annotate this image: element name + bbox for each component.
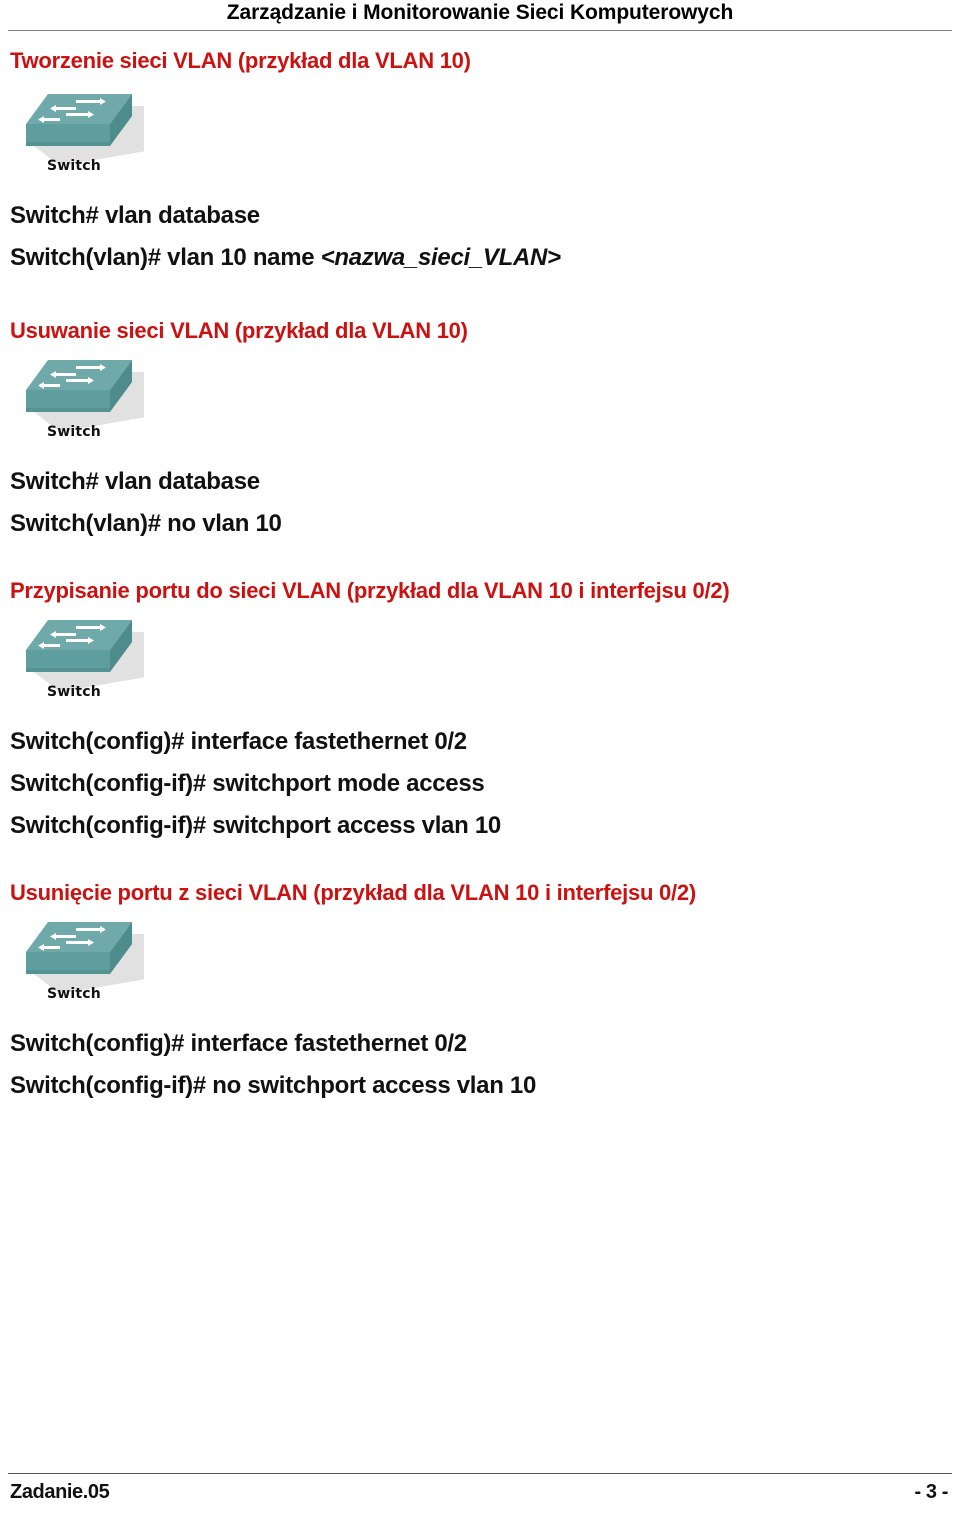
command-line-4-2: Switch(config-if)# no switchport access …: [10, 1072, 537, 1099]
switch-caption: Switch: [47, 684, 101, 700]
switch-caption: Switch: [47, 986, 101, 1002]
switch-caption: Switch: [47, 158, 101, 174]
section-heading-create-vlan: Tworzenie sieci VLAN (przykład dla VLAN …: [10, 48, 471, 73]
switch-figure-2: Switch: [0, 356, 160, 456]
switch-figure-1: Switch: [0, 90, 160, 190]
network-switch-icon: [14, 356, 144, 430]
header-divider: [8, 30, 952, 31]
footer-divider: [8, 1473, 952, 1474]
section-heading-delete-vlan: Usuwanie sieci VLAN (przykład dla VLAN 1…: [10, 318, 468, 343]
command-line-2-2: Switch(vlan)# no vlan 10: [10, 510, 282, 537]
footer-task-label: Zadanie.05: [10, 1481, 110, 1503]
command-line-4-1: Switch(config)# interface fastethernet 0…: [10, 1030, 467, 1057]
switch-figure-4: Switch: [0, 918, 160, 1018]
command-line-1-2: Switch(vlan)# vlan 10 name <nazwa_sieci_…: [0, 244, 960, 272]
command-placeholder: <nazwa_sieci_VLAN>: [320, 244, 561, 271]
switch-caption: Switch: [47, 424, 101, 440]
network-switch-icon: [14, 90, 144, 164]
network-switch-icon: [14, 616, 144, 690]
footer-page-number: - 3 -: [914, 1481, 948, 1503]
page-header: Zarządzanie i Monitorowanie Sieci Komput…: [0, 0, 960, 36]
page-footer: Zadanie.05 - 3 -: [0, 1445, 960, 1517]
command-line-1-1: Switch# vlan database: [10, 202, 260, 229]
command-line-3-2: Switch(config-if)# switchport mode acces…: [10, 770, 485, 797]
command-text: Switch(vlan)# vlan 10 name: [10, 244, 321, 271]
section-heading-assign-port: Przypisanie portu do sieci VLAN (przykła…: [10, 578, 730, 603]
document-content: Tworzenie sieci VLAN (przykład dla VLAN …: [0, 36, 960, 1100]
header-title: Zarządzanie i Monitorowanie Sieci Komput…: [226, 1, 734, 24]
section-heading-remove-port: Usunięcie portu z sieci VLAN (przykład d…: [10, 880, 696, 905]
command-line-3-3: Switch(config-if)# switchport access vla…: [10, 812, 501, 839]
document-page: Zarządzanie i Monitorowanie Sieci Komput…: [0, 0, 960, 1517]
switch-figure-3: Switch: [0, 616, 160, 716]
command-line-3-1: Switch(config)# interface fastethernet 0…: [10, 728, 467, 755]
command-line-2-1: Switch# vlan database: [10, 468, 260, 495]
network-switch-icon: [14, 918, 144, 992]
